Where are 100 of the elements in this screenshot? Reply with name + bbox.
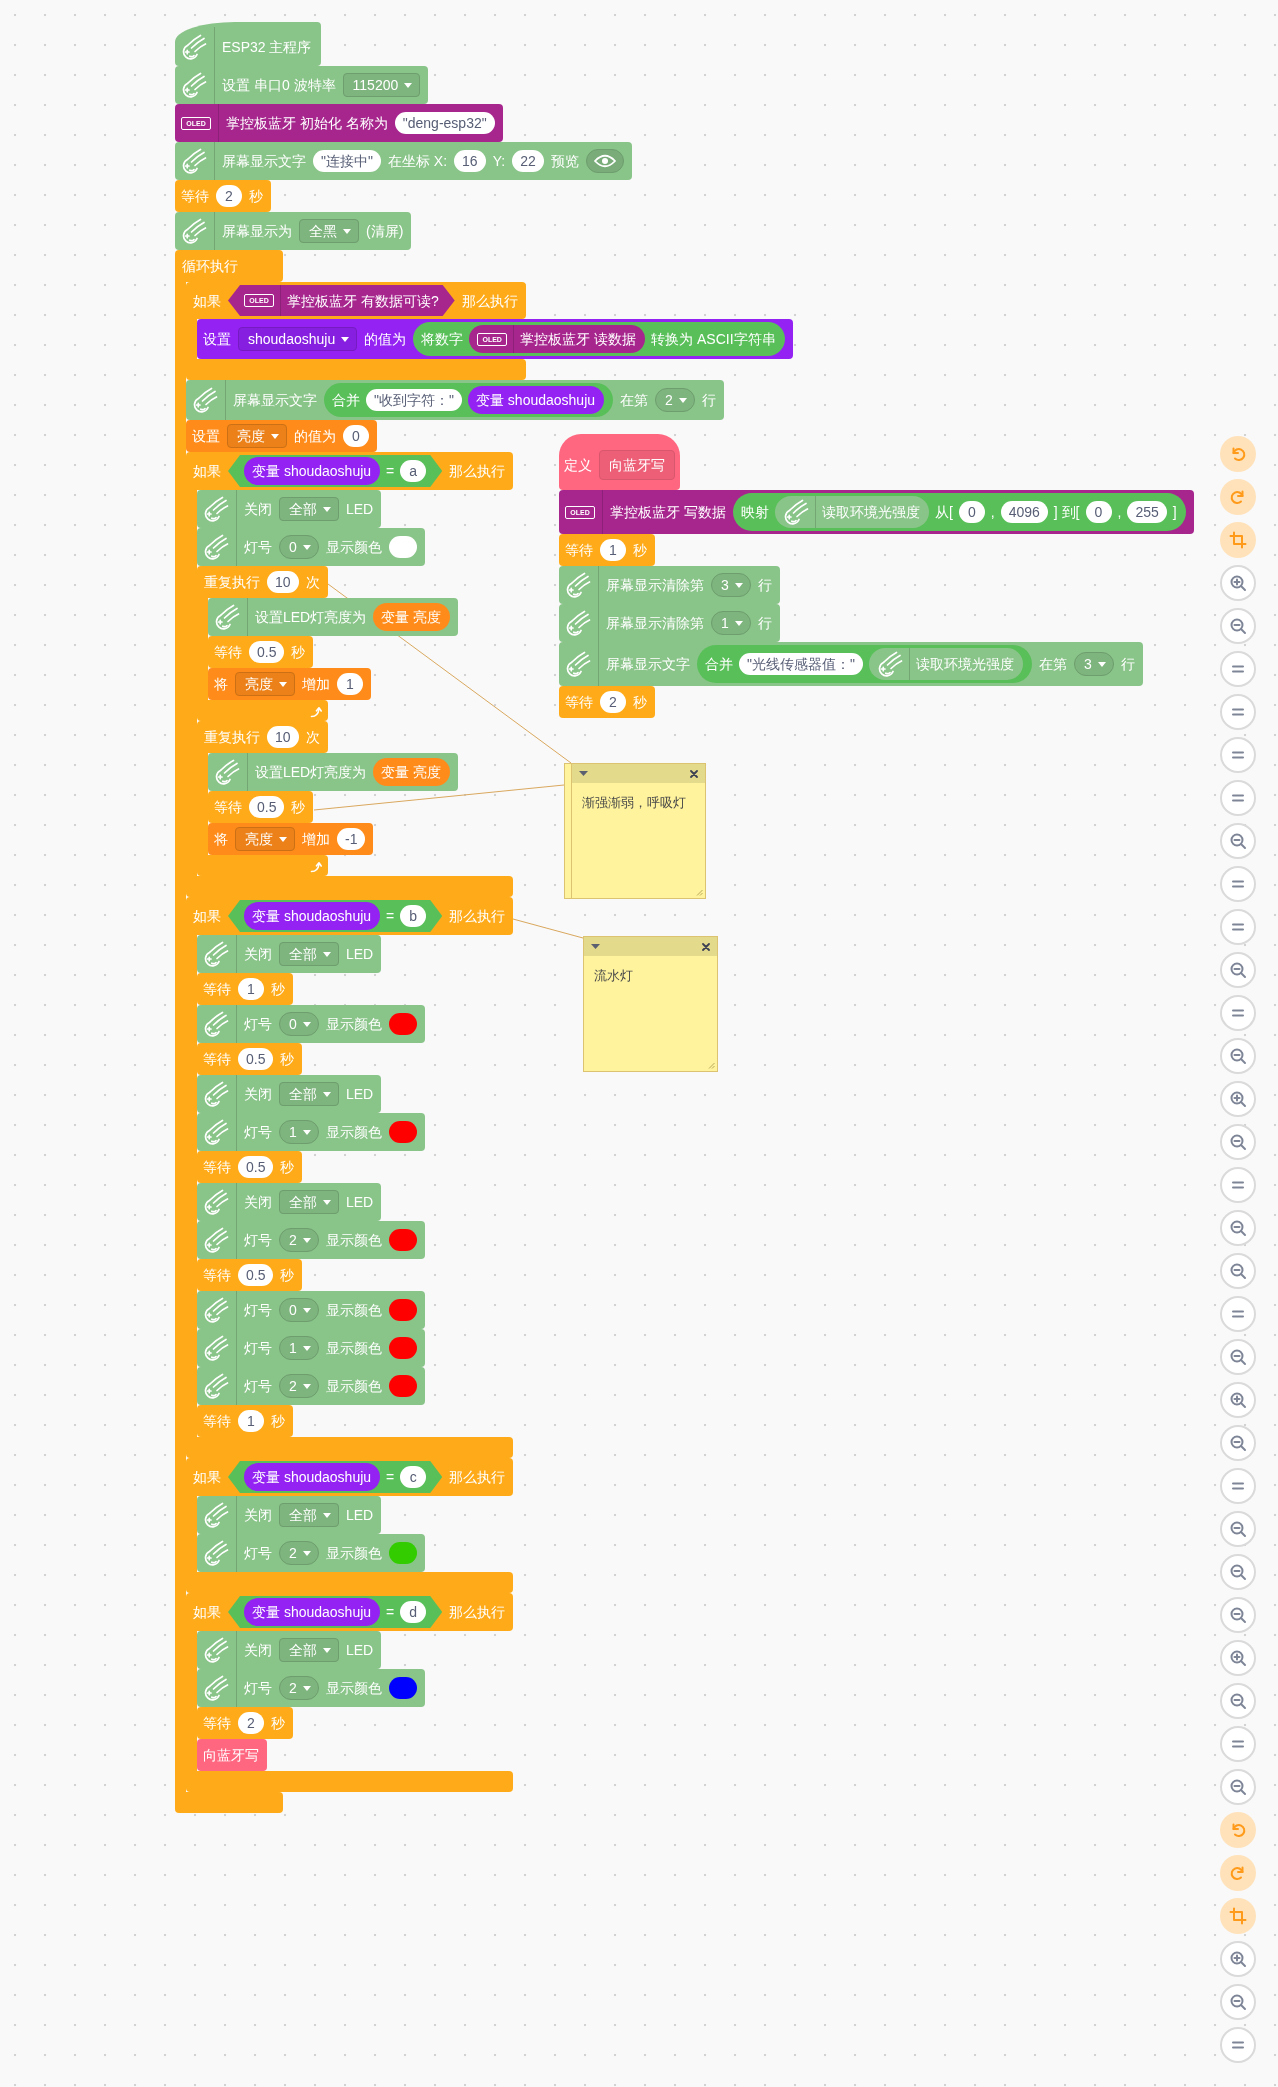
comment-note[interactable]: 流水灯 — [583, 936, 718, 1072]
input-field[interactable]: 2 — [600, 691, 626, 713]
preview-button[interactable] — [585, 149, 624, 173]
input-field[interactable]: 0.5 — [249, 796, 285, 818]
code-block[interactable]: 屏幕显示文字 合并 "光线传感器值：" 读取环境光强度 在第 3 行 — [559, 642, 1143, 686]
input-field[interactable]: 2 — [238, 1712, 264, 1734]
input-field[interactable]: a — [400, 460, 427, 482]
reset-zoom-button[interactable] — [1220, 694, 1256, 730]
reporter-block[interactable]: 合并 "收到字符：" 变量 shoudaoshuju — [324, 383, 614, 417]
color-swatch[interactable] — [388, 1375, 417, 1397]
reporter-block[interactable]: 映射 读取环境光强度 从[ 0 , 4096 ] 到[ 0 , 255 ] — [732, 493, 1186, 531]
input-field[interactable]: c — [400, 1466, 427, 1488]
color-swatch[interactable] — [388, 1013, 417, 1035]
reset-zoom-button[interactable] — [1220, 1468, 1256, 1504]
redo-button[interactable] — [1220, 1855, 1256, 1891]
zoom-in-button[interactable] — [1220, 1081, 1256, 1117]
zoom-out-button[interactable] — [1220, 952, 1256, 988]
code-block[interactable]: 等待 0.5 秒 — [197, 1043, 303, 1075]
reporter-block[interactable]: 变量 shoudaoshuju — [244, 1598, 381, 1626]
input-field[interactable]: 2 — [216, 185, 242, 207]
comment-note[interactable]: 渐强渐弱，呼吸灯 — [571, 763, 706, 899]
input-field[interactable]: 1 — [600, 539, 626, 561]
zoom-out-button[interactable] — [1220, 1038, 1256, 1074]
input-field[interactable]: 0 — [1085, 501, 1112, 523]
zoom-out-button[interactable] — [1220, 1253, 1256, 1289]
zoom-out-button[interactable] — [1220, 1597, 1256, 1633]
input-field[interactable]: 1 — [337, 673, 363, 695]
input-field[interactable]: 0.5 — [238, 1264, 274, 1286]
dropdown[interactable]: shoudaoshuju — [238, 327, 358, 351]
zoom-in-button[interactable] — [1220, 565, 1256, 601]
code-block[interactable]: 屏幕显示文字 合并 "收到字符：" 变量 shoudaoshuju 在第 2 行 — [186, 380, 724, 420]
zoom-out-button[interactable] — [1220, 1210, 1256, 1246]
code-block[interactable]: 等待 1 秒 — [197, 973, 293, 1005]
input-field[interactable]: 1 — [238, 1410, 264, 1432]
condition-block[interactable]: 变量 shoudaoshuju = c — [228, 1461, 443, 1493]
undo-button[interactable] — [1220, 1812, 1256, 1848]
color-swatch[interactable] — [388, 1542, 417, 1564]
reset-zoom-button[interactable] — [1220, 1167, 1256, 1203]
reset-zoom-button[interactable] — [1220, 737, 1256, 773]
code-block[interactable]: 将 亮度 增加 1 — [208, 668, 371, 700]
color-swatch[interactable] — [388, 1677, 417, 1699]
input-field[interactable]: 0 — [958, 501, 985, 523]
reset-zoom-button[interactable] — [1220, 1726, 1256, 1762]
input-field[interactable]: "收到字符：" — [366, 389, 462, 411]
reset-zoom-button[interactable] — [1220, 780, 1256, 816]
if-block[interactable]: 如果 变量 shoudaoshuju = c 那么执行 — [186, 1458, 514, 1496]
color-swatch[interactable] — [388, 1299, 417, 1321]
input-field[interactable]: 16 — [454, 150, 486, 172]
repeat-block[interactable]: 重复执行 10 次 — [197, 566, 328, 598]
repeat-block[interactable]: 重复执行 10 次 — [197, 721, 328, 753]
code-block[interactable]: 将 亮度 增加 -1 — [208, 823, 374, 855]
input-field[interactable]: "连接中" — [313, 150, 381, 172]
input-field[interactable]: 10 — [267, 571, 299, 593]
reporter-block[interactable]: 合并 "光线传感器值：" 读取环境光强度 — [697, 645, 1032, 683]
zoom-out-button[interactable] — [1220, 1511, 1256, 1547]
input-field[interactable]: 0.5 — [238, 1156, 274, 1178]
input-field[interactable]: 4096 — [1000, 501, 1048, 523]
input-field[interactable]: "deng-esp32" — [394, 112, 495, 134]
undo-button[interactable] — [1220, 436, 1256, 472]
procedure-name[interactable]: 向蓝牙写 — [599, 450, 675, 480]
condition-block[interactable]: 变量 shoudaoshuju = a — [228, 455, 443, 487]
zoom-out-button[interactable] — [1220, 1339, 1256, 1375]
code-block[interactable]: 屏幕显示文字 "连接中" 在坐标 X: 16 Y: 22 预览 — [175, 142, 632, 180]
input-field[interactable]: b — [400, 905, 427, 927]
code-block[interactable]: 等待 2 秒 — [559, 686, 655, 718]
input-field[interactable]: 22 — [512, 150, 544, 172]
zoom-out-button[interactable] — [1220, 1124, 1256, 1160]
zoom-out-button[interactable] — [1220, 608, 1256, 644]
reset-zoom-button[interactable] — [1220, 995, 1256, 1031]
comment-header[interactable] — [572, 764, 705, 783]
redo-button[interactable] — [1220, 479, 1256, 515]
if-block[interactable]: 如果 变量 shoudaoshuju = a 那么执行 — [186, 452, 514, 490]
code-block[interactable]: 设置 亮度 的值为 0 — [186, 420, 377, 452]
color-swatch[interactable] — [388, 1121, 417, 1143]
code-block[interactable]: 等待 0.5 秒 — [197, 1151, 303, 1183]
zoom-out-button[interactable] — [1220, 1769, 1256, 1805]
reset-zoom-button[interactable] — [1220, 1296, 1256, 1332]
comment-header[interactable] — [584, 937, 717, 956]
code-block[interactable]: 等待 1 秒 — [559, 534, 655, 566]
reporter-block[interactable]: 变量 shoudaoshuju — [244, 457, 381, 485]
zoom-in-button[interactable] — [1220, 1640, 1256, 1676]
reporter-block[interactable]: 变量 shoudaoshuju — [244, 1463, 381, 1491]
input-field[interactable]: 0 — [343, 425, 369, 447]
reporter-block[interactable]: 变量 shoudaoshuju — [467, 386, 605, 414]
color-swatch[interactable] — [388, 536, 417, 558]
reset-zoom-button[interactable] — [1220, 866, 1256, 902]
zoom-out-button[interactable] — [1220, 1683, 1256, 1719]
input-field[interactable]: 255 — [1127, 501, 1167, 523]
input-field[interactable]: d — [400, 1601, 427, 1623]
color-swatch[interactable] — [388, 1229, 417, 1251]
input-field[interactable]: 10 — [267, 726, 299, 748]
if-block[interactable]: 如果 变量 shoudaoshuju = d 那么执行 — [186, 1593, 514, 1631]
input-field[interactable]: 1 — [238, 978, 264, 1000]
zoom-out-button[interactable] — [1220, 1984, 1256, 2020]
reset-zoom-button[interactable] — [1220, 651, 1256, 687]
crop-button[interactable] — [1220, 522, 1256, 558]
input-field[interactable]: 0.5 — [238, 1048, 274, 1070]
code-block[interactable]: 等待 0.5 秒 — [197, 1259, 303, 1291]
color-swatch[interactable] — [388, 1337, 417, 1359]
input-field[interactable]: "光线传感器值：" — [739, 653, 863, 675]
